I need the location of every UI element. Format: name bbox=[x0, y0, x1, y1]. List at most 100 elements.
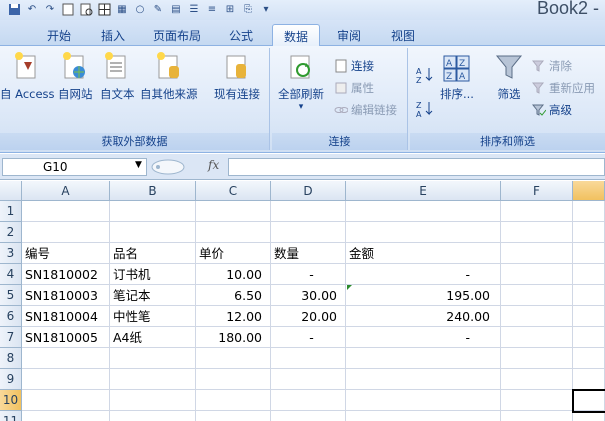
grid-cell[interactable] bbox=[271, 369, 346, 390]
clear-filter-button[interactable]: 清除 bbox=[531, 58, 572, 74]
column-header-c[interactable]: C bbox=[196, 181, 271, 201]
grid-cell[interactable] bbox=[110, 369, 196, 390]
reapply-button[interactable]: 重新应用 bbox=[531, 80, 595, 96]
cell-a4[interactable]: SN1810002 bbox=[22, 264, 110, 285]
from-web-button[interactable]: 自网站 bbox=[58, 50, 93, 102]
edit-links-button[interactable]: 编辑链接 bbox=[334, 102, 397, 118]
grid-cell[interactable] bbox=[501, 243, 573, 264]
grid-cell[interactable] bbox=[271, 222, 346, 243]
cell-d7[interactable]: - bbox=[271, 327, 346, 348]
attach-icon[interactable]: ⎘ bbox=[240, 2, 256, 16]
cell-c4[interactable]: 10.00 bbox=[196, 264, 271, 285]
grid-cell[interactable] bbox=[573, 369, 605, 390]
tab-home[interactable]: 开始 bbox=[36, 24, 82, 46]
cell-b4[interactable]: 订书机 bbox=[110, 264, 196, 285]
grid-cell[interactable] bbox=[110, 201, 196, 222]
cell-e5[interactable]: 195.00 bbox=[346, 285, 501, 306]
tab-insert[interactable]: 插入 bbox=[90, 24, 136, 46]
new-file-icon[interactable] bbox=[60, 2, 76, 16]
row-header-10[interactable]: 10 bbox=[0, 390, 22, 411]
grid-cell[interactable] bbox=[346, 390, 501, 411]
cell-d6[interactable]: 20.00 bbox=[271, 306, 346, 327]
from-other-sources-button[interactable]: 自其他来源 bbox=[140, 50, 198, 102]
tab-page-layout[interactable]: 页面布局 bbox=[144, 24, 210, 46]
grid-cell[interactable] bbox=[501, 348, 573, 369]
grid-cell[interactable] bbox=[501, 411, 573, 421]
grid-cell[interactable] bbox=[22, 411, 110, 421]
cell-c7[interactable]: 180.00 bbox=[196, 327, 271, 348]
sort-button[interactable]: AZZA 排序... bbox=[440, 50, 474, 102]
cell-a3[interactable]: 编号 bbox=[22, 243, 110, 264]
grid-cell[interactable] bbox=[501, 327, 573, 348]
row-header-6[interactable]: 6 bbox=[0, 306, 22, 327]
row-header-9[interactable]: 9 bbox=[0, 369, 22, 390]
undo-icon[interactable]: ↶ bbox=[24, 2, 40, 16]
cell-d3[interactable]: 数量 bbox=[271, 243, 346, 264]
grid-cell[interactable] bbox=[196, 348, 271, 369]
from-access-button[interactable]: 自 Access bbox=[0, 50, 55, 102]
sort-ascending-button[interactable]: AZ bbox=[416, 66, 434, 85]
grid-cell[interactable] bbox=[573, 348, 605, 369]
row-header-1[interactable]: 1 bbox=[0, 201, 22, 222]
tab-review[interactable]: 审阅 bbox=[326, 24, 372, 46]
grid-cell[interactable] bbox=[196, 369, 271, 390]
cell-e4[interactable]: - bbox=[346, 264, 501, 285]
grid-cell[interactable] bbox=[110, 348, 196, 369]
row-header-5[interactable]: 5 bbox=[0, 285, 22, 306]
column-header-d[interactable]: D bbox=[271, 181, 346, 201]
redo-icon[interactable]: ↷ bbox=[42, 2, 58, 16]
grid-cell[interactable] bbox=[501, 369, 573, 390]
circle-icon[interactable]: ○ bbox=[132, 2, 148, 16]
cell-a7[interactable]: SN1810005 bbox=[22, 327, 110, 348]
grid-cell[interactable] bbox=[271, 390, 346, 411]
grid-cell[interactable] bbox=[110, 390, 196, 411]
cell-a6[interactable]: SN1810004 bbox=[22, 306, 110, 327]
cell-b6[interactable]: 中性笔 bbox=[110, 306, 196, 327]
formula-input[interactable] bbox=[228, 158, 605, 176]
column-header-g[interactable] bbox=[573, 181, 605, 201]
grid-cell[interactable] bbox=[573, 243, 605, 264]
grid-cell[interactable] bbox=[196, 201, 271, 222]
row-header-4[interactable]: 4 bbox=[0, 264, 22, 285]
cell-e3[interactable]: 金额 bbox=[346, 243, 501, 264]
format-painter-icon[interactable]: ✎ bbox=[150, 2, 166, 16]
grid-cell[interactable] bbox=[271, 411, 346, 421]
grid-icon[interactable] bbox=[96, 2, 112, 16]
grid-cell[interactable] bbox=[501, 201, 573, 222]
grid-cell[interactable] bbox=[501, 390, 573, 411]
column-header-a[interactable]: A bbox=[22, 181, 110, 201]
grid-cell[interactable] bbox=[22, 348, 110, 369]
tab-data[interactable]: 数据 bbox=[272, 24, 320, 46]
grid-cell[interactable] bbox=[22, 222, 110, 243]
from-text-button[interactable]: 自文本 bbox=[100, 50, 135, 102]
save-icon[interactable] bbox=[6, 2, 22, 16]
grid-cell[interactable] bbox=[196, 411, 271, 421]
customize-dropdown-icon[interactable]: ▾ bbox=[258, 2, 274, 16]
column-header-e[interactable]: E bbox=[346, 181, 501, 201]
insert-function-icon[interactable]: fx bbox=[208, 158, 219, 172]
cell-e6[interactable]: 240.00 bbox=[346, 306, 501, 327]
grid-cell[interactable] bbox=[573, 222, 605, 243]
cell-d5[interactable]: 30.00 bbox=[271, 285, 346, 306]
grid-cell[interactable] bbox=[346, 369, 501, 390]
column-header-b[interactable]: B bbox=[110, 181, 196, 201]
borders-icon[interactable]: ⊞ bbox=[222, 2, 238, 16]
grid-cell[interactable] bbox=[346, 411, 501, 421]
name-box-dropdown-icon[interactable]: ▼ bbox=[135, 160, 142, 170]
grid-cell[interactable] bbox=[110, 411, 196, 421]
filter-button[interactable]: 筛选 bbox=[494, 50, 524, 102]
connections-button[interactable]: 连接 bbox=[334, 58, 374, 74]
grid-cell[interactable] bbox=[196, 222, 271, 243]
row-header-8[interactable]: 8 bbox=[0, 348, 22, 369]
row-header-2[interactable]: 2 bbox=[0, 222, 22, 243]
print-preview-icon[interactable] bbox=[78, 2, 94, 16]
cell-c6[interactable]: 12.00 bbox=[196, 306, 271, 327]
align-center-icon[interactable]: ≡ bbox=[204, 2, 220, 16]
grid-cell[interactable] bbox=[22, 369, 110, 390]
grid-cell[interactable] bbox=[196, 390, 271, 411]
grid-cell[interactable] bbox=[573, 327, 605, 348]
select-all-corner[interactable] bbox=[0, 181, 22, 201]
grid-cell[interactable] bbox=[22, 201, 110, 222]
refresh-dropdown-icon[interactable]: ▾ bbox=[299, 102, 304, 112]
grid-cell[interactable] bbox=[501, 306, 573, 327]
